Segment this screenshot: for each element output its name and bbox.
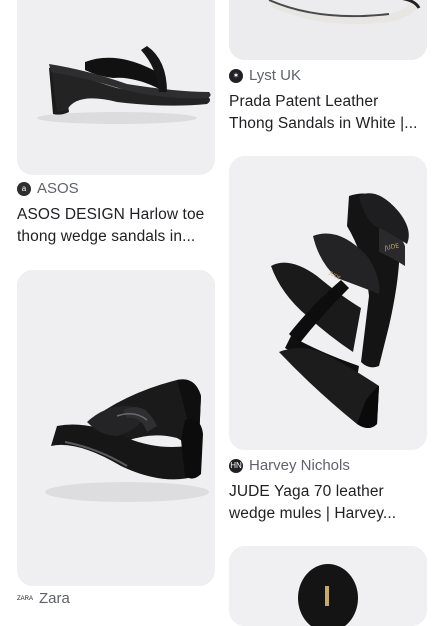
result-source-zara[interactable]: ZARA Zara <box>17 590 70 607</box>
result-source-lyst[interactable]: ✶ Lyst UK <box>229 67 301 84</box>
source-label: Lyst UK <box>249 67 301 84</box>
zara-logo-icon: ZARA <box>17 595 34 602</box>
source-label: Zara <box>39 590 70 607</box>
product-image-jude-sandal[interactable]: JUDE JUDE <box>229 156 427 450</box>
black-sandal-partial-image <box>229 546 427 626</box>
black-patent-wedge-sandals-image <box>17 270 215 586</box>
source-label: ASOS <box>37 180 79 197</box>
result-title-asos[interactable]: ASOS DESIGN Harlow toe thong wedge sanda… <box>17 204 217 248</box>
harvey-nichols-logo-icon: HN <box>229 458 243 473</box>
white-thong-sandal-image <box>229 0 427 60</box>
title-line: wedge mules | Harvey... <box>229 505 397 522</box>
title-line: Prada Patent Leather <box>229 93 379 110</box>
result-title-jude[interactable]: JUDE Yaga 70 leather wedge mules | Harve… <box>229 481 434 525</box>
title-line: ASOS DESIGN Harlow toe <box>17 206 205 223</box>
title-line: Thong Sandals in White |... <box>229 115 418 132</box>
source-label: Harvey Nichols <box>249 457 350 474</box>
black-wedge-sandal-image <box>17 0 215 175</box>
product-image-next-result[interactable] <box>229 546 427 626</box>
result-title-prada[interactable]: Prada Patent Leather Thong Sandals in Wh… <box>229 91 434 135</box>
title-line: thong wedge sandals in... <box>17 228 196 245</box>
result-source-asos[interactable]: a ASOS <box>17 180 79 197</box>
lyst-logo-icon: ✶ <box>229 68 243 83</box>
product-image-prada-sandal[interactable] <box>229 0 427 60</box>
title-line: JUDE Yaga 70 leather <box>229 483 384 500</box>
product-image-zara-sandal[interactable] <box>17 270 215 586</box>
asos-logo-icon: a <box>17 181 31 196</box>
product-image-asos-sandal[interactable] <box>17 0 215 175</box>
black-leather-wedge-mules-image: JUDE JUDE <box>229 156 427 450</box>
result-source-harvey-nichols[interactable]: HN Harvey Nichols <box>229 457 350 474</box>
